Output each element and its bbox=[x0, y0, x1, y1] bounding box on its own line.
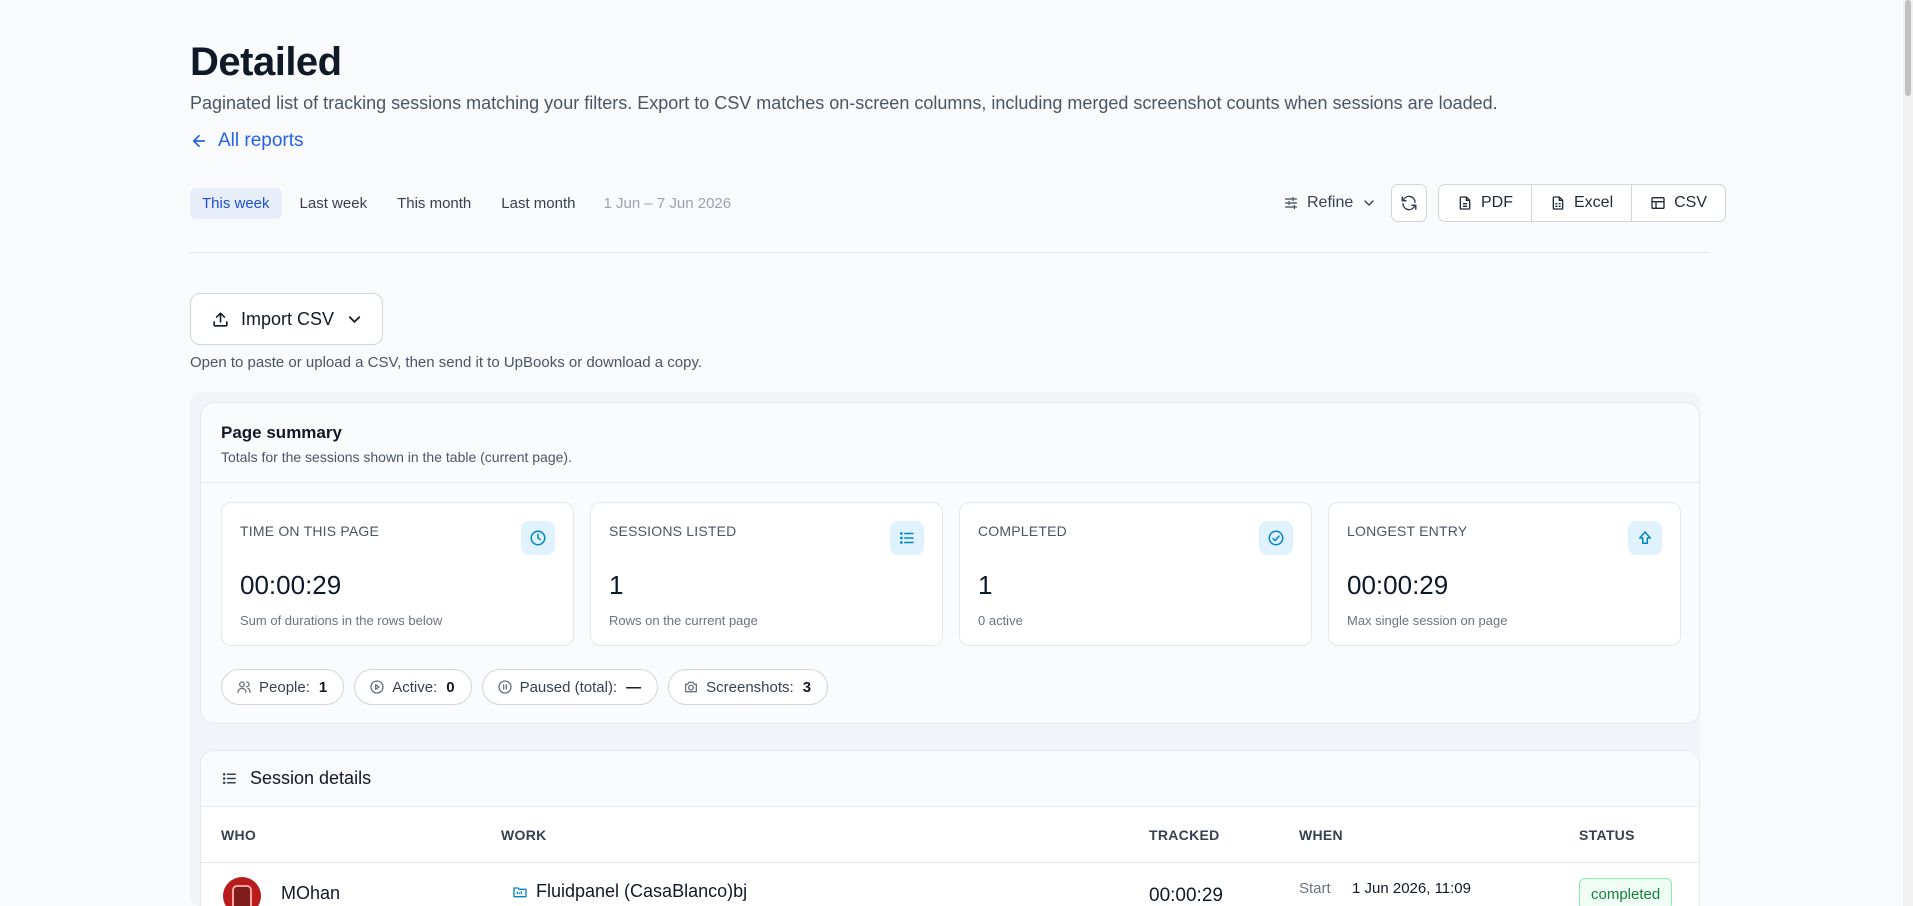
check-circle-icon bbox=[1259, 521, 1293, 555]
metric-value: 1 bbox=[609, 570, 624, 600]
camera-icon bbox=[685, 681, 698, 693]
table-row[interactable]: MOhan Fluidpanel (CasaBlanco)bj 00:00:29… bbox=[201, 863, 1699, 906]
date-range-text: 1 Jun – 7 Jun 2026 bbox=[603, 195, 732, 212]
page-subtitle: Paginated list of tracking sessions matc… bbox=[190, 93, 1498, 113]
row-tracked: 00:00:29 bbox=[1149, 885, 1223, 906]
clock-icon bbox=[521, 521, 555, 555]
metric-label: LONGEST ENTRY bbox=[1347, 523, 1468, 539]
metric-note: Rows on the current page bbox=[609, 613, 758, 628]
file-text-icon bbox=[1459, 196, 1471, 210]
refresh-icon bbox=[1401, 195, 1417, 211]
metric-value: 1 bbox=[978, 570, 993, 600]
chip-people: People: 1 bbox=[221, 669, 345, 705]
session-details-title: Session details bbox=[250, 768, 372, 788]
people-icon bbox=[237, 681, 251, 693]
metric-time-on-page: TIME ON THIS PAGE 00:00:29 Sum of durati… bbox=[221, 502, 574, 646]
chevron-down-icon bbox=[1364, 200, 1374, 206]
table-icon bbox=[1651, 197, 1665, 209]
chip-value: 3 bbox=[802, 678, 812, 696]
chip-label: Active: bbox=[392, 678, 438, 696]
report-toolbar: This week Last week This month Last mont… bbox=[190, 184, 1727, 224]
metric-sessions-listed: SESSIONS LISTED 1 Rows on the current pa… bbox=[590, 502, 943, 646]
table-header: WHO WORK TRACKED WHEN STATUS bbox=[201, 807, 1699, 863]
import-hint: Open to paste or upload a CSV, then send… bbox=[190, 354, 702, 371]
chip-value: 0 bbox=[446, 678, 455, 696]
chip-label: Paused (total): bbox=[519, 678, 618, 696]
page-scrollbar[interactable] bbox=[1903, 0, 1913, 906]
refresh-button[interactable] bbox=[1391, 184, 1427, 222]
range-this-month[interactable]: This month bbox=[385, 188, 483, 219]
export-pdf-button[interactable]: PDF bbox=[1439, 185, 1532, 221]
list-icon bbox=[890, 521, 924, 555]
metric-label: SESSIONS LISTED bbox=[609, 523, 737, 539]
page-summary-title: Page summary bbox=[221, 423, 342, 442]
toolbar-divider bbox=[190, 252, 1710, 253]
chip-value: — bbox=[626, 678, 642, 696]
export-excel-button[interactable]: Excel bbox=[1532, 185, 1633, 221]
chip-active: Active: 0 bbox=[354, 669, 472, 705]
page-summary-subtitle: Totals for the sessions shown in the tab… bbox=[221, 449, 572, 465]
arrow-left-icon bbox=[192, 134, 206, 148]
page-summary-card: Page summary Totals for the sessions sho… bbox=[200, 402, 1700, 724]
metric-label: COMPLETED bbox=[978, 523, 1067, 539]
row-work: Fluidpanel (CasaBlanco)bj bbox=[512, 881, 747, 902]
file-spreadsheet-icon bbox=[1552, 196, 1564, 210]
pause-circle-icon bbox=[497, 680, 512, 694]
status-badge: completed bbox=[1579, 878, 1673, 906]
export-group: PDF Excel CSV bbox=[1438, 184, 1727, 222]
chip-paused: Paused (total): — bbox=[481, 669, 659, 705]
page-title: Detailed bbox=[190, 40, 342, 84]
chip-label: People: bbox=[259, 678, 310, 696]
avatar bbox=[223, 877, 261, 906]
play-circle-icon bbox=[370, 680, 384, 694]
metric-note: 0 active bbox=[978, 613, 1023, 628]
column-header-status[interactable]: STATUS bbox=[1579, 827, 1635, 843]
metric-note: Max single session on page bbox=[1347, 613, 1508, 628]
row-work-label: Fluidpanel (CasaBlanco)bj bbox=[536, 881, 748, 901]
chip-value: 1 bbox=[318, 678, 328, 696]
page-summary-header: Page summary Totals for the sessions sho… bbox=[201, 403, 1699, 483]
refine-button[interactable]: Refine bbox=[1273, 188, 1387, 218]
row-who: MOhan bbox=[281, 883, 341, 903]
all-reports-link[interactable]: All reports bbox=[190, 130, 304, 152]
export-csv-label: CSV bbox=[1674, 194, 1708, 211]
list-icon bbox=[222, 772, 236, 785]
row-when-value: 1 Jun 2026, 11:09 bbox=[1352, 880, 1471, 897]
export-excel-label: Excel bbox=[1574, 194, 1614, 211]
quick-range-group: This week Last week This month Last mont… bbox=[190, 188, 731, 219]
column-header-when[interactable]: WHEN bbox=[1299, 827, 1343, 843]
chip-screenshots: Screenshots: 3 bbox=[668, 669, 829, 705]
export-pdf-label: PDF bbox=[1481, 194, 1513, 211]
import-csv-label: Import CSV bbox=[241, 308, 335, 329]
metric-value: 00:00:29 bbox=[240, 570, 342, 600]
session-details-card: Session details WHO WORK TRACKED WHEN ST… bbox=[200, 750, 1700, 906]
range-last-month[interactable]: Last month bbox=[489, 188, 587, 219]
row-when-label: Start bbox=[1299, 880, 1331, 897]
summary-chips: People: 1 Active: 0 Paused (total): — Sc… bbox=[221, 669, 829, 705]
refine-label: Refine bbox=[1307, 194, 1354, 211]
metric-note: Sum of durations in the rows below bbox=[240, 613, 443, 628]
column-header-who[interactable]: WHO bbox=[221, 827, 256, 843]
scrollbar-thumb[interactable] bbox=[1905, 0, 1911, 96]
column-header-tracked[interactable]: TRACKED bbox=[1149, 827, 1220, 843]
all-reports-label: All reports bbox=[218, 130, 304, 151]
import-csv-button[interactable]: Import CSV bbox=[190, 293, 383, 345]
metric-longest-entry: LONGEST ENTRY 00:00:29 Max single sessio… bbox=[1328, 502, 1681, 646]
column-header-work[interactable]: WORK bbox=[501, 827, 547, 843]
chevron-down-icon bbox=[348, 315, 361, 323]
session-details-header: Session details bbox=[201, 751, 1699, 807]
metric-completed: COMPLETED 1 0 active bbox=[959, 502, 1312, 646]
sliders-icon bbox=[1285, 197, 1297, 209]
metric-value: 00:00:29 bbox=[1347, 570, 1449, 600]
chip-label: Screenshots: bbox=[706, 678, 794, 696]
upload-icon bbox=[213, 311, 228, 327]
arrow-up-icon bbox=[1628, 521, 1662, 555]
range-this-week[interactable]: This week bbox=[190, 188, 282, 219]
range-last-week[interactable]: Last week bbox=[288, 188, 380, 219]
folder-icon bbox=[513, 886, 527, 897]
export-csv-button[interactable]: CSV bbox=[1632, 185, 1725, 221]
metric-label: TIME ON THIS PAGE bbox=[240, 523, 380, 539]
